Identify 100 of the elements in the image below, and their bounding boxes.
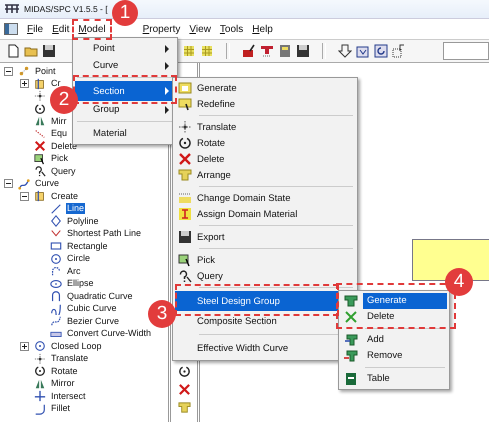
rotate-icon bbox=[34, 102, 46, 115]
query-icon bbox=[34, 165, 46, 178]
section-edit-icon bbox=[178, 97, 192, 111]
tree-item[interactable]: Rectangle bbox=[66, 240, 109, 252]
menu-item[interactable]: Arrange bbox=[175, 167, 355, 183]
tree-item[interactable]: Equ bbox=[50, 128, 68, 140]
delete-icon bbox=[344, 310, 358, 324]
menu-item[interactable]: Help bbox=[252, 24, 273, 34]
menu-item[interactable]: Pick bbox=[175, 252, 355, 268]
menu-item[interactable]: Change Domain State bbox=[175, 190, 355, 206]
view-icon[interactable] bbox=[356, 44, 370, 58]
menu-item[interactable]: Table bbox=[363, 371, 447, 387]
menu-item[interactable]: Tools bbox=[220, 24, 244, 34]
menu-item[interactable]: Property bbox=[142, 24, 180, 34]
tree-item[interactable]: Intersect bbox=[50, 390, 87, 402]
intersect-icon bbox=[34, 390, 46, 402]
rotate-icon[interactable] bbox=[178, 365, 190, 378]
tree-item[interactable]: Ellipse bbox=[66, 278, 95, 290]
menu-item[interactable]: Rotate bbox=[175, 135, 355, 151]
menu-item[interactable]: Material bbox=[75, 125, 175, 142]
expander-icon[interactable] bbox=[20, 342, 29, 351]
add-icon bbox=[344, 333, 358, 347]
menu-item[interactable]: Delete bbox=[175, 151, 355, 167]
tree-item[interactable]: Quadratic Curve bbox=[66, 290, 134, 302]
pick-icon bbox=[178, 253, 192, 267]
menu-item[interactable]: File bbox=[27, 24, 44, 34]
create-icon bbox=[34, 190, 46, 202]
tree-item[interactable]: Translate bbox=[50, 353, 90, 364]
rotate-icon bbox=[34, 365, 46, 378]
tree-item[interactable]: Delete bbox=[50, 140, 78, 152]
document-icon[interactable] bbox=[278, 44, 292, 58]
tree-item[interactable]: Point bbox=[34, 66, 57, 77]
new-file-icon[interactable] bbox=[6, 44, 20, 58]
ellipse-icon bbox=[50, 278, 62, 290]
menu-item[interactable]: Section bbox=[75, 81, 175, 101]
tree-item[interactable]: Shortest Path Line bbox=[66, 228, 142, 240]
steel-section-icon bbox=[344, 294, 358, 308]
tree-item[interactable]: Circle bbox=[66, 253, 92, 264]
grid-icon[interactable] bbox=[200, 44, 214, 58]
tree-item[interactable]: Line bbox=[66, 203, 86, 214]
create-icon bbox=[34, 78, 46, 90]
menu-item[interactable]: Remove bbox=[363, 348, 447, 364]
menu-item[interactable]: View bbox=[189, 24, 211, 34]
expander-icon[interactable] bbox=[4, 179, 13, 188]
tree-item[interactable]: Cubic Curve bbox=[66, 303, 118, 314]
menu-item[interactable]: Export bbox=[175, 229, 355, 245]
window-title: MIDAS/SPC V1.5.5 - [ bbox=[24, 4, 108, 14]
cubic-curve-icon bbox=[50, 302, 62, 315]
domain-icon bbox=[178, 191, 192, 205]
circle-icon bbox=[50, 252, 62, 265]
tree-item[interactable]: Pick bbox=[50, 153, 70, 164]
edit-icon[interactable] bbox=[242, 44, 256, 58]
menu-item[interactable]: Generate bbox=[363, 293, 447, 309]
section-icon bbox=[178, 81, 192, 95]
app-logo-icon bbox=[4, 4, 20, 14]
save-icon[interactable] bbox=[42, 44, 56, 58]
tree-item[interactable]: Closed Loop bbox=[50, 340, 103, 352]
tree-item[interactable]: Fillet bbox=[50, 403, 72, 414]
expander-icon[interactable] bbox=[20, 192, 29, 201]
tree-item[interactable]: Curve bbox=[34, 178, 60, 190]
menu-item[interactable]: Edit bbox=[52, 24, 70, 34]
menu-item[interactable]: Generate bbox=[175, 80, 355, 96]
rotate-icon bbox=[178, 136, 192, 150]
tree-item[interactable]: Convert Curve-Width bbox=[66, 328, 152, 340]
menu-item[interactable]: Delete bbox=[363, 309, 447, 325]
remove-icon bbox=[344, 349, 358, 363]
save-icon bbox=[178, 230, 192, 244]
tree-item[interactable]: Bezier Curve bbox=[66, 316, 120, 327]
diamond-icon bbox=[50, 215, 62, 228]
menu-item[interactable]: Model bbox=[78, 24, 106, 34]
expander-icon[interactable] bbox=[4, 66, 13, 76]
table-icon bbox=[344, 372, 358, 386]
toolbar-field[interactable] bbox=[443, 42, 489, 60]
tree-item[interactable]: Create bbox=[50, 190, 80, 202]
save-icon[interactable] bbox=[296, 44, 310, 58]
delete-icon bbox=[178, 152, 192, 166]
tree-item[interactable]: Rotate bbox=[50, 366, 79, 377]
select-icon[interactable] bbox=[392, 44, 406, 58]
tree-item[interactable]: Query bbox=[50, 166, 77, 177]
tree-item[interactable]: Mirror bbox=[50, 378, 76, 390]
menu-item[interactable]: Assign Domain Material bbox=[175, 206, 355, 222]
pick-icon bbox=[34, 152, 46, 165]
document-icon bbox=[4, 23, 18, 35]
expander-icon[interactable] bbox=[20, 79, 29, 88]
grid-icon[interactable] bbox=[182, 44, 196, 58]
tree-item[interactable]: Mirr bbox=[50, 116, 68, 127]
mirror-icon bbox=[34, 115, 46, 128]
menu-item[interactable]: Point bbox=[75, 40, 175, 57]
menu-item[interactable]: Query bbox=[175, 268, 355, 284]
section-arrange-icon[interactable] bbox=[178, 401, 190, 414]
delete-icon[interactable] bbox=[178, 383, 190, 396]
menu-item[interactable]: Redefine bbox=[175, 96, 355, 112]
tree-item[interactable]: Polyline bbox=[66, 216, 100, 227]
menu-item[interactable]: Add bbox=[363, 332, 447, 348]
menu-item[interactable]: Curve bbox=[75, 57, 175, 74]
section-icon[interactable] bbox=[260, 44, 274, 58]
tree-item[interactable]: Arc bbox=[66, 266, 82, 277]
menu-item[interactable]: Translate bbox=[175, 119, 355, 135]
refresh-icon[interactable] bbox=[374, 44, 388, 58]
arrow-icon[interactable] bbox=[338, 44, 352, 58]
